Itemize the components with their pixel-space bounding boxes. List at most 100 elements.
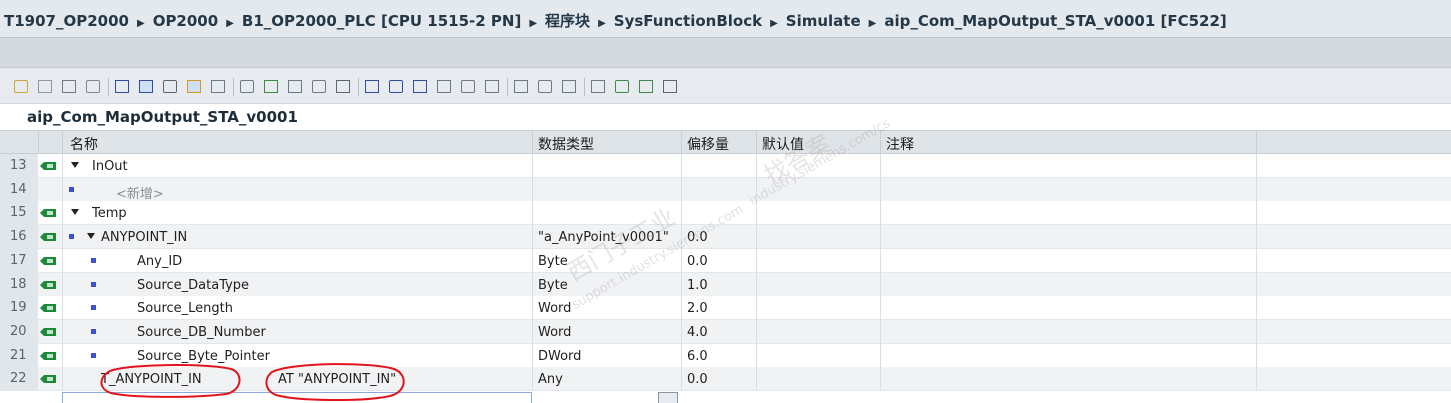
copy-icon[interactable]: [288, 80, 302, 93]
offset-cell[interactable]: [681, 154, 756, 178]
download-icon[interactable]: [264, 80, 278, 93]
comment-cell[interactable]: [880, 319, 1256, 344]
table-row[interactable]: 16 ANYPOINT_IN "a_AnyPoint_v0001" 0.0: [0, 225, 1451, 250]
comment-cell[interactable]: [880, 272, 1256, 297]
align-right-icon[interactable]: [413, 80, 427, 93]
grid-icon[interactable]: [437, 80, 451, 93]
monitor-icon[interactable]: [163, 80, 177, 93]
expand-icon[interactable]: [485, 80, 499, 93]
user-icon[interactable]: [591, 80, 605, 93]
comment-cell[interactable]: [880, 296, 1256, 321]
comment-cell[interactable]: [880, 201, 1256, 226]
filter-icon[interactable]: [336, 80, 350, 93]
goto-icon[interactable]: [538, 80, 552, 93]
network2-icon[interactable]: [639, 80, 653, 93]
comment-cell[interactable]: [880, 248, 1256, 273]
add-row-icon[interactable]: [38, 80, 52, 93]
offset-cell[interactable]: [681, 177, 756, 202]
align-center-icon[interactable]: [389, 80, 403, 93]
network-icon[interactable]: [615, 80, 629, 93]
datatype-cell[interactable]: Word: [532, 296, 681, 321]
name-cell[interactable]: <新增>: [62, 177, 532, 202]
default-cell[interactable]: [756, 296, 880, 321]
datatype-cell[interactable]: Word: [532, 319, 681, 344]
name-cell[interactable]: Temp: [62, 201, 532, 226]
empty-cell[interactable]: [1256, 177, 1451, 202]
clear-icon[interactable]: [86, 80, 100, 93]
breadcrumb-item[interactable]: SysFunctionBlock: [614, 12, 762, 30]
column-header-offset[interactable]: 偏移量: [687, 134, 729, 154]
comment-cell[interactable]: [880, 177, 1256, 202]
default-cell[interactable]: [756, 248, 880, 273]
comment-cell[interactable]: [880, 225, 1256, 250]
datatype-cell[interactable]: DWord: [532, 343, 681, 368]
view-toggle-icon[interactable]: [139, 80, 153, 93]
empty-cell[interactable]: [1256, 225, 1451, 250]
breadcrumb-item[interactable]: OP2000: [153, 12, 219, 30]
offset-cell[interactable]: 4.0: [681, 319, 756, 344]
datatype-cell[interactable]: [532, 154, 681, 178]
insert-row-icon[interactable]: [14, 80, 28, 93]
comment-cell[interactable]: [880, 343, 1256, 368]
empty-cell[interactable]: [1256, 272, 1451, 297]
offset-cell[interactable]: 2.0: [681, 296, 756, 321]
table-row[interactable]: 19 Source_Length Word 2.0: [0, 296, 1451, 321]
default-cell[interactable]: [756, 343, 880, 368]
datatype-cell[interactable]: Any: [532, 367, 681, 392]
refresh-icon[interactable]: [211, 80, 225, 93]
align-left-icon[interactable]: [365, 80, 379, 93]
pin-icon[interactable]: [514, 80, 528, 93]
empty-cell[interactable]: [1256, 319, 1451, 344]
default-cell[interactable]: [756, 319, 880, 344]
name-cell[interactable]: Source_DataType: [62, 272, 532, 297]
column-header-name[interactable]: 名称: [70, 134, 98, 154]
indent-list-icon[interactable]: [115, 80, 129, 93]
offset-cell[interactable]: 1.0: [681, 272, 756, 297]
snapshot-icon[interactable]: [187, 80, 201, 93]
table-row[interactable]: 20 Source_DB_Number Word 4.0: [0, 319, 1451, 344]
name-cell[interactable]: Source_DB_Number: [62, 319, 532, 344]
empty-cell[interactable]: [1256, 296, 1451, 321]
comment-cell[interactable]: [880, 154, 1256, 178]
expand-triangle-icon[interactable]: [71, 162, 79, 168]
name-cell[interactable]: T_ANYPOINT_IN AT "ANYPOINT_IN": [62, 367, 532, 392]
table-row[interactable]: 22 T_ANYPOINT_IN AT "ANYPOINT_IN" Any 0.0: [0, 367, 1451, 392]
default-cell[interactable]: [756, 272, 880, 297]
empty-cell[interactable]: [1256, 343, 1451, 368]
name-cell[interactable]: InOut: [62, 154, 532, 178]
breadcrumb-item[interactable]: Simulate: [786, 12, 861, 30]
offset-cell[interactable]: 0.0: [681, 248, 756, 273]
empty-cell[interactable]: [1256, 248, 1451, 273]
sort-icon[interactable]: [461, 80, 475, 93]
table-row[interactable]: 17 Any_ID Byte 0.0: [0, 248, 1451, 273]
breakpoint-icon[interactable]: [663, 80, 677, 93]
table-row[interactable]: 14 <新增>: [0, 177, 1451, 202]
datatype-dropdown-button[interactable]: [658, 392, 678, 403]
export-icon[interactable]: [62, 80, 76, 93]
name-cell[interactable]: Source_Length: [62, 296, 532, 321]
expand-triangle-icon[interactable]: [71, 209, 79, 216]
table-row[interactable]: 13 InOut: [0, 154, 1451, 178]
back-icon[interactable]: [562, 80, 576, 93]
default-cell[interactable]: [756, 201, 880, 226]
table-row[interactable]: 18 Source_DataType Byte 1.0: [0, 272, 1451, 297]
table-row[interactable]: 21 Source_Byte_Pointer DWord 6.0: [0, 343, 1451, 368]
compare-icon[interactable]: [240, 80, 254, 93]
column-header-comment[interactable]: 注释: [886, 134, 914, 154]
breadcrumb-item[interactable]: T1907_OP2000: [4, 12, 129, 30]
breadcrumb-item[interactable]: B1_OP2000_PLC [CPU 1515-2 PN]: [242, 12, 521, 30]
new-row-input[interactable]: [62, 392, 532, 403]
offset-cell[interactable]: 0.0: [681, 367, 756, 392]
name-cell[interactable]: ANYPOINT_IN: [62, 225, 532, 250]
offset-cell[interactable]: 6.0: [681, 343, 756, 368]
expand-triangle-icon[interactable]: [87, 233, 95, 240]
list-icon[interactable]: [312, 80, 326, 93]
default-cell[interactable]: [756, 225, 880, 250]
empty-cell[interactable]: [1256, 201, 1451, 226]
name-cell[interactable]: Any_ID: [62, 248, 532, 273]
name-cell[interactable]: Source_Byte_Pointer: [62, 343, 532, 368]
comment-cell[interactable]: [880, 367, 1256, 392]
breadcrumb-item[interactable]: 程序块: [545, 12, 590, 30]
empty-cell[interactable]: [1256, 367, 1451, 392]
empty-cell[interactable]: [1256, 154, 1451, 178]
